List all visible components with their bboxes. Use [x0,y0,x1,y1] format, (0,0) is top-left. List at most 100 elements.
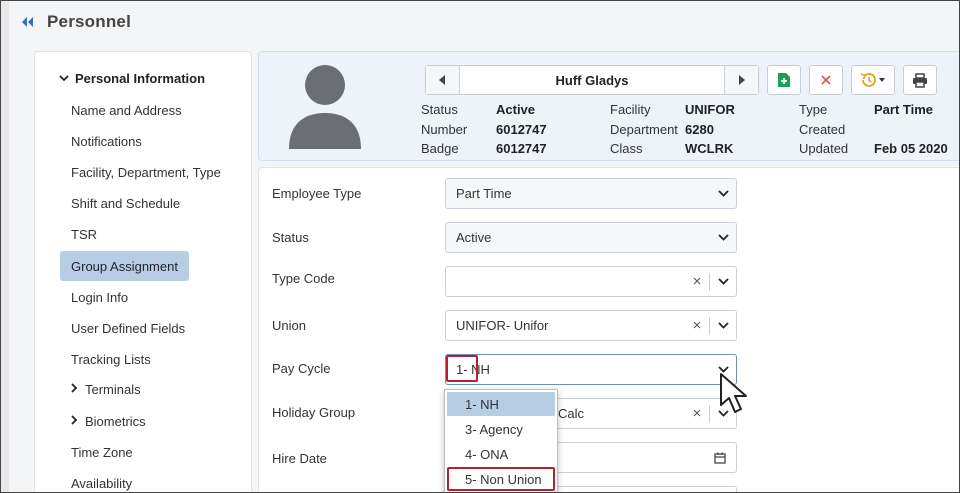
next-employee-button[interactable] [724,66,758,94]
employee-type-select[interactable]: Part Time [445,178,737,209]
sidebar-item-label: Availability [71,475,133,491]
sidebar-item-user-defined-fields[interactable]: User Defined Fields [60,313,196,343]
chevron-down-icon [59,73,73,85]
pay-cycle-option-highlighted[interactable]: 5- Non Union [447,467,555,491]
info-values-col3: Part Time Feb 05 2020 [874,100,948,159]
collapse-panel-icon[interactable] [21,14,37,30]
status-select[interactable]: Active [445,222,737,253]
sidebar-item-availability[interactable]: Availability [60,468,143,492]
title-bar: Personnel [9,1,959,43]
status-field-label: Status [272,230,309,245]
sidebar-item-biometrics[interactable]: Biometrics [60,406,157,436]
sidebar-item-facility-department-type[interactable]: Facility, Department, Type [60,157,232,187]
pay-cycle-option[interactable]: 4- ONA [447,442,555,466]
sidebar-item-shift-and-schedule[interactable]: Shift and Schedule [60,188,191,218]
info-labels-col3: Type Created Updated [799,100,848,159]
info-labels-col1: Status Number Badge [421,100,467,159]
sidebar-item-name-and-address[interactable]: Name and Address [60,95,193,125]
sidebar-item-label: Biometrics [85,413,146,429]
personnel-window: Personnel Personal Information Name and … [0,0,960,493]
pay-cycle-option[interactable]: 3- Agency [447,417,555,441]
chevron-down-icon[interactable] [710,322,736,329]
new-document-button[interactable] [767,65,801,95]
type-code-label: Type Code [272,271,335,286]
union-value: UNIFOR- Unifor [456,318,549,333]
calendar-icon[interactable] [704,452,736,464]
sidebar-item-tracking-lists[interactable]: Tracking Lists [60,344,162,374]
history-icon [860,73,885,87]
previous-employee-button[interactable] [426,66,460,94]
badge-value: 6012747 [496,141,547,156]
sidebar-item-label: Login Info [71,289,129,305]
employee-header: Huff Gladys Status Number Badge Active 6… [258,51,959,161]
new-document-icon [778,73,790,87]
sidebar-item-label: TSR [71,226,97,242]
status-value: Active [496,102,536,117]
sidebar-item-terminals[interactable]: Terminals [60,374,152,404]
page-title: Personnel [47,12,131,31]
chevron-right-icon [71,414,83,428]
sidebar-item-label: Name and Address [71,102,182,118]
class-label: Class [610,141,643,156]
pay-cycle-value: 1- NH [456,362,490,377]
info-labels-col2: Facility Department Class [610,100,678,159]
mouse-pointer-icon [720,373,747,413]
clear-icon[interactable]: × [685,317,709,334]
clear-icon[interactable]: × [685,405,709,422]
created-value [874,120,948,140]
hire-date-label: Hire Date [272,451,327,466]
updated-value: Feb 05 2020 [874,141,948,156]
chevron-right-icon [71,382,83,396]
sidebar-item-label: Group Assignment [71,258,178,274]
avatar [289,65,361,149]
info-values-col2: UNIFOR 6280 WCLRK [685,100,735,159]
type-code-select[interactable]: × [445,266,737,297]
union-select[interactable]: UNIFOR- Unifor × [445,310,737,341]
sidebar-item-label: User Defined Fields [71,320,186,336]
department-value: 6280 [685,121,714,137]
history-button[interactable] [851,65,895,95]
sidebar-item-login-info[interactable]: Login Info [60,282,139,312]
pay-cycle-label: Pay Cycle [272,361,331,376]
facility-value: UNIFOR [685,102,735,117]
chevron-down-icon [710,190,736,197]
sidebar-item-label: Shift and Schedule [71,195,181,211]
sidebar-item-label: Terminals [85,381,141,397]
type-value: Part Time [874,102,934,117]
sidebar-item-label: Notifications [71,133,142,149]
group-assignment-form: Employee Type Part Time Status Active Ty… [258,167,959,492]
info-values-col1: Active 6012747 6012747 [496,100,547,159]
sidebar-nav: Personal Information Name and Address No… [34,51,252,492]
sidebar-section-personal-information[interactable]: Personal Information [59,71,205,86]
updated-label: Updated [799,141,849,156]
number-value: 6012747 [496,121,547,137]
status-label: Status [421,102,458,117]
employee-type-value: Part Time [456,186,512,201]
class-value: WCLRK [685,141,734,156]
sidebar-item-tsr[interactable]: TSR [60,219,108,249]
delete-button[interactable] [809,65,843,95]
pay-cycle-dropdown: 1- NH 3- Agency 4- ONA 5- Non Union [444,389,558,492]
pay-cycle-arrow-callout [446,355,478,382]
print-icon [913,72,927,88]
employee-name: Huff Gladys [555,72,629,88]
type-label: Type [799,102,828,117]
pay-cycle-select[interactable]: 1- NH [445,354,737,385]
chevron-down-icon [710,234,736,241]
sidebar-item-label: Facility, Department, Type [71,164,221,180]
number-label: Number [421,121,468,137]
pay-cycle-option[interactable]: 1- NH [447,392,555,416]
chevron-down-icon[interactable] [710,278,736,285]
sidebar-section-label: Personal Information [75,71,206,86]
status-field-value: Active [456,230,492,245]
sidebar-item-time-zone[interactable]: Time Zone [60,437,144,467]
employee-type-label: Employee Type [272,186,362,201]
sidebar-item-notifications[interactable]: Notifications [60,126,153,156]
print-button[interactable] [903,65,937,95]
clear-icon[interactable]: × [685,273,709,290]
badge-label: Badge [421,141,459,156]
department-label: Department [610,121,678,137]
facility-label: Facility [610,102,651,117]
sidebar-item-group-assignment[interactable]: Group Assignment [60,251,189,281]
holiday-group-label: Holiday Group [272,405,356,420]
